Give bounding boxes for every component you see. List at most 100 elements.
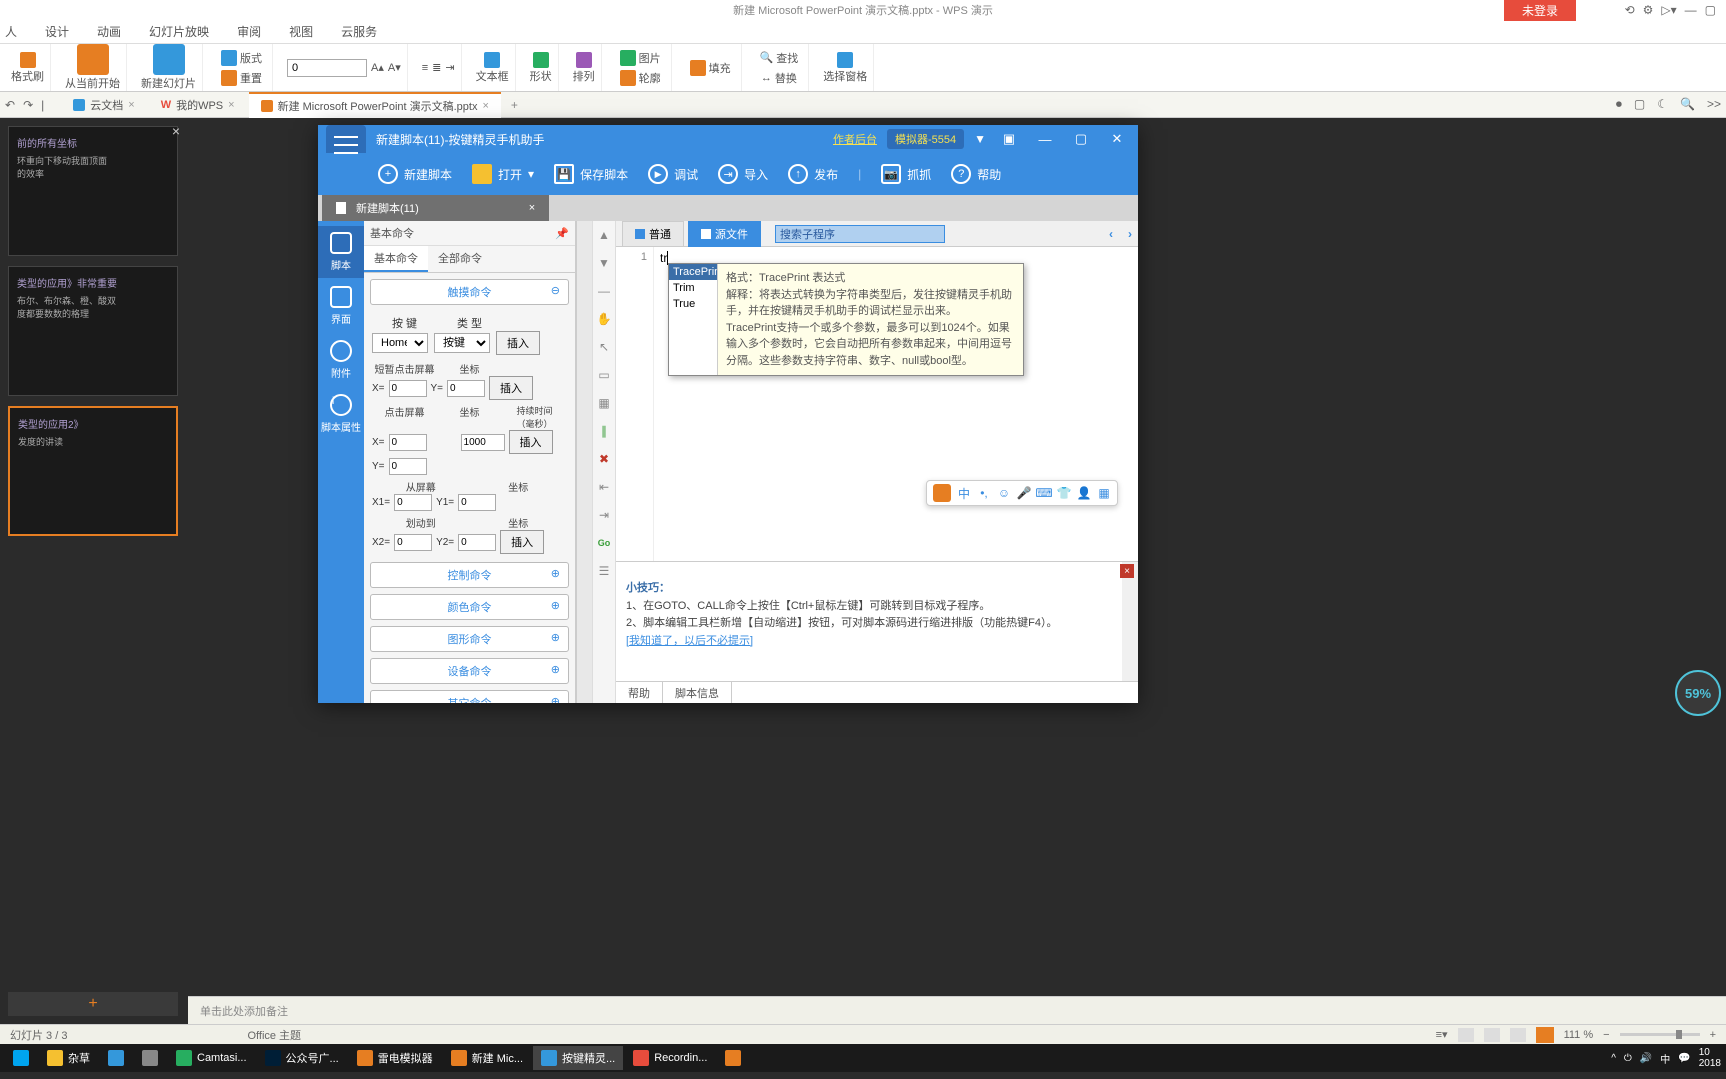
- font-shrink-icon[interactable]: A▾: [388, 61, 401, 74]
- open-button[interactable]: 打开▾: [472, 164, 534, 184]
- duration-input[interactable]: [461, 434, 505, 451]
- capture-button[interactable]: 📷抓抓: [881, 164, 931, 184]
- menu-review[interactable]: 审阅: [237, 23, 261, 40]
- search-icon[interactable]: 🔍: [1680, 97, 1695, 112]
- indent-icon[interactable]: ⇥: [445, 61, 454, 74]
- pin-icon[interactable]: 📌: [555, 227, 569, 240]
- start-button[interactable]: [5, 1046, 37, 1070]
- task-browser[interactable]: [100, 1046, 132, 1070]
- tab-basic-cmd[interactable]: 基本命令: [364, 246, 428, 272]
- task-recording[interactable]: Recordin...: [625, 1046, 715, 1070]
- ime-user-icon[interactable]: 👤: [1077, 486, 1091, 500]
- cursor-icon[interactable]: ↖: [596, 339, 612, 355]
- grid-icon[interactable]: ▦: [596, 395, 612, 411]
- dropdown-icon[interactable]: ▷▾: [1661, 3, 1676, 17]
- task-ps[interactable]: 公众号广...: [257, 1046, 347, 1070]
- task-emulator[interactable]: 雷电模拟器: [349, 1046, 441, 1070]
- slide-thumb-3[interactable]: 类型的应用2》 发度的讲读: [8, 406, 178, 536]
- ac-item-traceprint[interactable]: TracePrint: [669, 264, 717, 280]
- save-button[interactable]: 💾保存脚本: [554, 164, 628, 184]
- ac-item-trim[interactable]: Trim: [669, 280, 717, 296]
- arrow-up-icon[interactable]: ▲: [596, 227, 612, 243]
- ime-emoji-icon[interactable]: ☺: [997, 486, 1011, 500]
- sorter-view-button[interactable]: [1484, 1028, 1500, 1042]
- drag-y2-input[interactable]: [458, 534, 496, 551]
- tab-help[interactable]: 帮助: [616, 682, 663, 703]
- undo-icon[interactable]: ↶: [5, 98, 15, 112]
- tab-all-cmd[interactable]: 全部命令: [428, 246, 492, 272]
- reset-button[interactable]: 重置: [217, 68, 266, 88]
- font-grow-icon[interactable]: A▴: [371, 61, 384, 74]
- font-size-input[interactable]: [287, 59, 367, 77]
- menu-view[interactable]: 视图: [289, 23, 313, 40]
- dropdown-icon[interactable]: ▼: [974, 132, 986, 146]
- section-other[interactable]: 其它命令⊕: [370, 690, 569, 703]
- section-touch[interactable]: 触摸命令⊖: [370, 279, 569, 305]
- chevron-right-icon[interactable]: >>: [1707, 97, 1721, 112]
- author-link[interactable]: 作者后台: [833, 131, 877, 147]
- panel-close-icon[interactable]: ×: [172, 123, 180, 139]
- tab-document[interactable]: 新建 Microsoft PowerPoint 演示文稿.pptx×: [249, 92, 501, 118]
- window-icon[interactable]: ▭: [596, 367, 612, 383]
- tips-close-button[interactable]: ×: [1120, 564, 1134, 578]
- nav-next-button[interactable]: ›: [1128, 227, 1132, 241]
- task-ime[interactable]: [717, 1046, 749, 1070]
- image-button[interactable]: 图片: [616, 48, 665, 68]
- ribbon-select-pane[interactable]: 选择窗格: [817, 44, 874, 91]
- help-button[interactable]: ?帮助: [951, 164, 1001, 184]
- section-control[interactable]: 控制命令⊕: [370, 562, 569, 588]
- gear-icon[interactable]: ⚙: [1643, 3, 1654, 17]
- view-menu-icon[interactable]: ≡▾: [1436, 1028, 1448, 1041]
- publish-button[interactable]: ↑发布: [788, 164, 838, 184]
- ime-punct-icon[interactable]: •,: [977, 486, 991, 500]
- expand-icon[interactable]: ▢: [1634, 97, 1645, 112]
- zoom-slider[interactable]: [1620, 1033, 1700, 1036]
- tab-cloud[interactable]: 云文档×: [61, 93, 146, 117]
- nav-ui[interactable]: 界面: [318, 280, 364, 332]
- search-subroutine-input[interactable]: [775, 225, 945, 243]
- progress-overlay[interactable]: 59%: [1675, 670, 1721, 716]
- debug-button[interactable]: 调试: [648, 164, 698, 184]
- menu-cloud[interactable]: 云服务: [341, 23, 377, 40]
- import-button[interactable]: ⇥导入: [718, 164, 768, 184]
- file-tab[interactable]: 新建脚本(11) ×: [322, 195, 549, 221]
- hold-y-input[interactable]: [389, 458, 427, 475]
- nav-script[interactable]: 脚本: [318, 226, 364, 278]
- tab-script-info[interactable]: 脚本信息: [663, 682, 732, 703]
- insert-hold-button[interactable]: 插入: [509, 430, 553, 454]
- slide-thumb-2[interactable]: 类型的应用》非常重要 布尔、布尔森、橙、酸双 度都要数数的格理: [8, 266, 178, 396]
- insert-drag-button[interactable]: 插入: [500, 530, 544, 554]
- maximize-button[interactable]: ▢: [1068, 129, 1094, 149]
- layout-button[interactable]: 版式: [217, 48, 266, 68]
- close-icon[interactable]: ×: [228, 99, 234, 111]
- key-select[interactable]: Home: [372, 333, 428, 353]
- ribbon-shape[interactable]: 形状: [524, 44, 559, 91]
- menu-animation[interactable]: 动画: [97, 23, 121, 40]
- ime-mic-icon[interactable]: 🎤: [1017, 486, 1031, 500]
- type-select[interactable]: 按键: [434, 333, 490, 353]
- zoom-in-button[interactable]: +: [1710, 1029, 1716, 1041]
- ribbon-textbox[interactable]: 文本框: [470, 44, 516, 91]
- fill-button[interactable]: 填充: [686, 58, 735, 78]
- outline-button[interactable]: 轮廓: [616, 68, 665, 88]
- tray-volume-icon[interactable]: 🔊: [1640, 1053, 1652, 1064]
- tap-x-input[interactable]: [389, 380, 427, 397]
- record-icon[interactable]: ⏺: [1616, 97, 1622, 112]
- ime-keyboard-icon[interactable]: ⌨: [1037, 486, 1051, 500]
- normal-view-button[interactable]: [1458, 1028, 1474, 1042]
- tray-notif-icon[interactable]: 💬: [1678, 1053, 1690, 1064]
- list-icon[interactable]: ☰: [596, 563, 612, 579]
- code-body[interactable]: tr TracePrint Trim True 格式：TracePrint 表达…: [654, 247, 1138, 561]
- task-script-editor[interactable]: 按键精灵...: [533, 1046, 623, 1070]
- numbering-icon[interactable]: ≣: [432, 61, 441, 74]
- zoom-out-button[interactable]: −: [1603, 1029, 1609, 1041]
- insert-tap-button[interactable]: 插入: [489, 376, 533, 400]
- dismiss-link[interactable]: [我知道了，以后不必提示]: [626, 635, 753, 647]
- indent-right-icon[interactable]: ⇥: [596, 507, 612, 523]
- tray-chevron-icon[interactable]: ^: [1611, 1053, 1616, 1064]
- ime-toolbar[interactable]: 中 •, ☺ 🎤 ⌨ 👕 👤 ▦: [926, 480, 1118, 506]
- nav-prev-button[interactable]: ‹: [1109, 227, 1113, 241]
- device-badge[interactable]: 模拟器-5554: [887, 129, 964, 149]
- new-script-button[interactable]: 新建脚本: [378, 164, 452, 184]
- nav-props[interactable]: i脚本属性: [318, 388, 364, 440]
